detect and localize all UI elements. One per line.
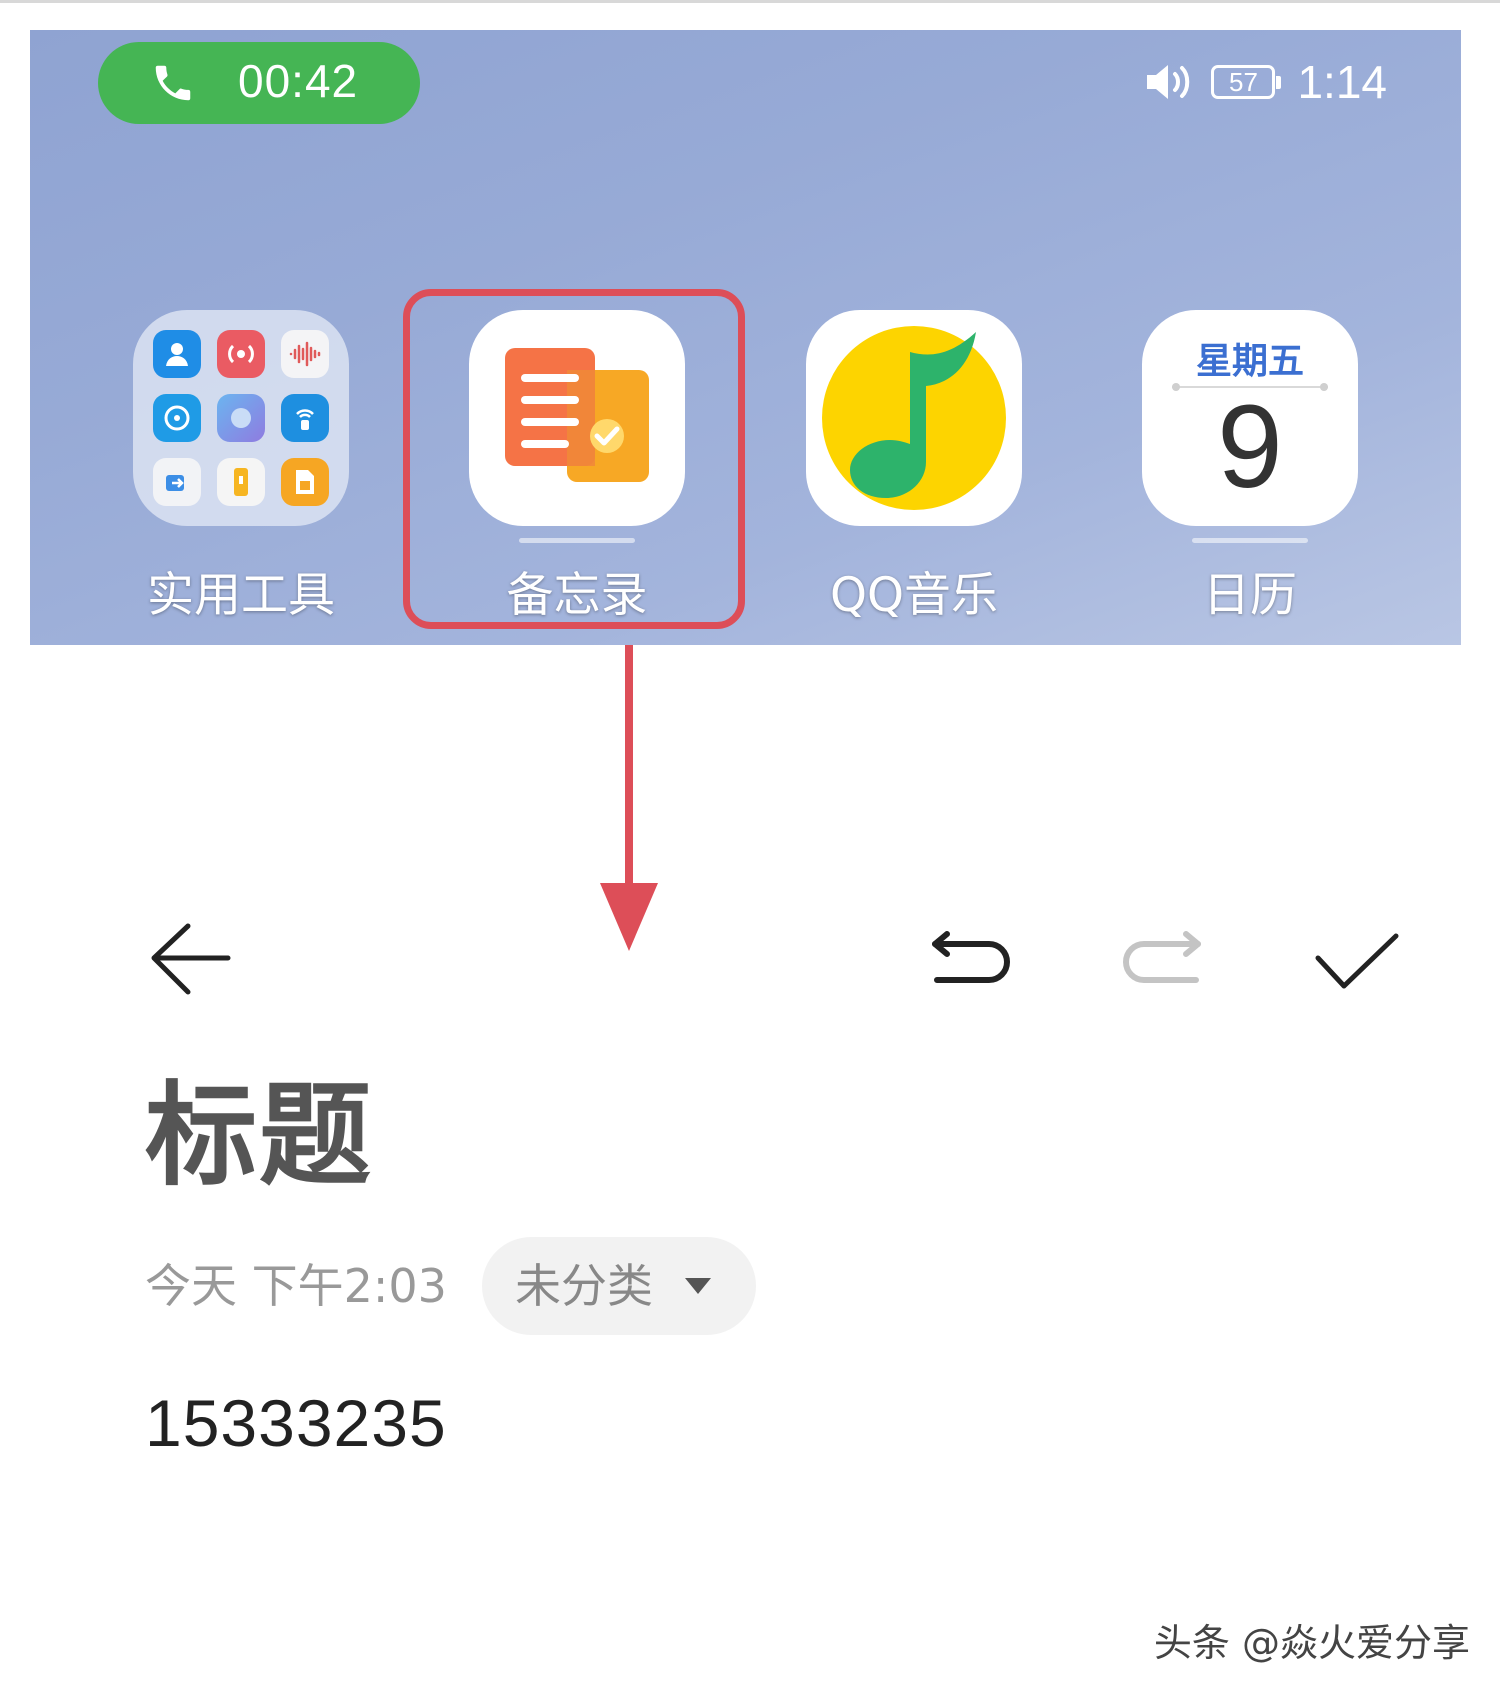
app-qq-music[interactable]: QQ音乐: [804, 310, 1024, 625]
page: 00:42 57 1:14 实用工具 备忘录 QQ音乐 星期五 9 日历 标题 …: [0, 0, 1500, 1688]
app-label-tools: 实用工具: [147, 568, 335, 623]
pointer-arrow-icon: [600, 645, 658, 951]
highlight-box: [403, 289, 745, 629]
note-title-input[interactable]: 标题: [145, 1080, 373, 1192]
calendar-day: 9: [1217, 381, 1283, 513]
category-label: 未分类: [515, 1259, 653, 1313]
ongoing-call-pill[interactable]: 00:42: [98, 42, 420, 124]
battery-level: 57: [1229, 66, 1258, 97]
app-folder-tools[interactable]: 实用工具: [131, 310, 351, 625]
app-label-calendar: 日历: [1203, 568, 1297, 623]
recorder-icon: [281, 330, 329, 378]
app-running-indicator: [1192, 538, 1308, 543]
watermark: 头条 @焱火爱分享: [1153, 1621, 1470, 1665]
undo-icon[interactable]: [925, 930, 1015, 998]
status-icons: 57 1:14: [1143, 52, 1387, 112]
folder-icon: [133, 310, 349, 526]
status-clock: 1:14: [1297, 56, 1387, 108]
call-timer: 00:42: [238, 55, 359, 107]
radio-icon: [217, 330, 265, 378]
category-dropdown[interactable]: 未分类: [482, 1237, 756, 1335]
redo-icon[interactable]: [1118, 930, 1208, 998]
top-divider: [0, 0, 1500, 3]
note-body-text[interactable]: 15333235: [145, 1390, 447, 1456]
back-arrow-icon[interactable]: [146, 920, 236, 1000]
flashlight-icon: [217, 458, 265, 506]
checkmark-icon[interactable]: [1312, 928, 1402, 998]
volume-icon: [1147, 65, 1190, 99]
calendar-weekday: 星期五: [1195, 341, 1304, 382]
remote-icon: [281, 394, 329, 442]
compass-icon: [153, 394, 201, 442]
note-timestamp: 今天 下午2:03: [145, 1259, 447, 1313]
app-label-qq-music: QQ音乐: [830, 568, 998, 623]
battery-icon: 57: [1211, 65, 1282, 99]
contacts-icon: [153, 330, 201, 378]
calendar-icon: 星期五 9: [1142, 310, 1358, 526]
home-screen: 00:42 57 1:14 实用工具 备忘录 QQ音乐 星期五 9 日历: [30, 30, 1461, 645]
caret-down-icon: [685, 1278, 711, 1294]
app-calendar[interactable]: 星期五 9 日历: [1140, 310, 1360, 625]
music-note-icon: [806, 310, 1022, 526]
magnifier-icon: [217, 394, 265, 442]
phone-icon: [155, 65, 191, 101]
sim-toolkit-icon: [281, 458, 329, 506]
clone-icon: [153, 458, 201, 506]
